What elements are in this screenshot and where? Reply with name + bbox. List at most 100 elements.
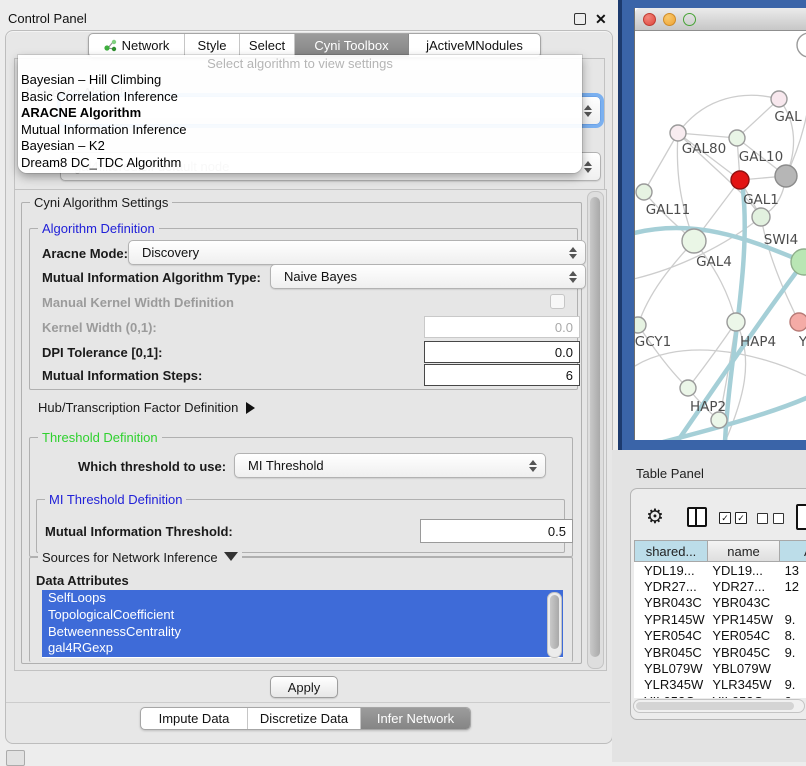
network-node[interactable] — [797, 33, 806, 57]
network-node[interactable] — [791, 249, 806, 275]
minimize-window-icon[interactable] — [663, 13, 676, 26]
algorithm-definition-title: Algorithm Definition — [38, 221, 159, 236]
algorithm-option[interactable]: Dream8 DC_TDC Algorithm — [18, 155, 582, 172]
apply-button[interactable]: Apply — [270, 676, 338, 698]
table-row[interactable]: YBR043CYBR043C — [634, 595, 806, 611]
table-row[interactable]: YDL19...YDL19...13 — [634, 562, 806, 578]
network-edge[interactable] — [635, 350, 806, 378]
network-node[interactable] — [636, 184, 652, 200]
panel-title: Control Panel — [8, 11, 87, 26]
data-attribute-item[interactable]: SelfLoops — [42, 590, 563, 607]
tab-cyni-toolbox[interactable]: Cyni Toolbox — [295, 34, 409, 57]
table-row[interactable]: YBL079WYBL079W — [634, 660, 806, 676]
algorithm-option[interactable]: Basic Correlation Inference — [18, 89, 582, 106]
table-row[interactable]: YLR345WYLR345W9. — [634, 677, 806, 693]
manual-kernel-label: Manual Kernel Width Definition — [42, 295, 234, 310]
table-row[interactable]: YIL052CYIL052C9. — [634, 693, 806, 698]
tab-network[interactable]: Network — [89, 34, 185, 57]
dpi-tolerance-label: DPI Tolerance [0,1]: — [42, 345, 162, 360]
select-all-checks-icon[interactable]: ✓ ✓ — [719, 512, 747, 524]
table-hscrollbar-thumb[interactable] — [636, 702, 794, 710]
table-row[interactable]: YDR27...YDR27...12 — [634, 578, 806, 594]
attributes-scrollbar[interactable] — [547, 592, 562, 658]
network-edge[interactable] — [678, 95, 779, 133]
tab-infer-network[interactable]: Infer Network — [361, 708, 470, 729]
network-node[interactable] — [752, 208, 770, 226]
algorithm-option[interactable]: Bayesian – Hill Climbing — [18, 72, 582, 89]
network-edge[interactable] — [644, 133, 678, 192]
table-hscrollbar[interactable] — [633, 699, 805, 713]
network-node[interactable] — [682, 229, 706, 253]
column-header-name[interactable]: name — [708, 540, 780, 562]
hub-definition-expander[interactable]: Hub/Transcription Factor Definition — [38, 400, 255, 415]
network-edge[interactable] — [638, 241, 694, 325]
table-row[interactable]: YER054CYER054C8. — [634, 628, 806, 644]
table-row[interactable]: YPR145WYPR145W9. — [634, 611, 806, 627]
tab-label: Network — [122, 38, 170, 53]
which-threshold-select[interactable]: MI Threshold — [234, 453, 546, 478]
data-attribute-item[interactable]: gal4RGexp — [42, 640, 563, 657]
column-header-extra[interactable]: A — [780, 540, 806, 562]
table-cell: YPR145W — [706, 612, 776, 627]
tab-style[interactable]: Style — [185, 34, 240, 57]
dpi-tolerance-field[interactable]: 0.0 — [424, 341, 580, 363]
mi-steps-value: 6 — [566, 368, 573, 383]
close-panel-icon[interactable]: ✕ — [595, 12, 607, 26]
table-cell: 13 — [777, 563, 806, 578]
kernel-width-field[interactable]: 0.0 — [424, 316, 580, 338]
tab-label: Style — [198, 38, 227, 53]
network-node[interactable] — [731, 171, 749, 189]
sources-title[interactable]: Sources for Network Inference — [38, 550, 242, 565]
panel-divider — [6, 702, 610, 703]
network-canvas[interactable]: GALGAL80GAL10GAL1GAL11SWI4GAL4GCY1HAP4YH… — [635, 30, 806, 440]
table-header: shared... name A — [634, 540, 806, 562]
float-panel-icon[interactable] — [574, 13, 586, 25]
unselect-boxes-icon[interactable] — [757, 513, 784, 524]
table-cell: YER054C — [634, 628, 706, 643]
settings-scrollbar[interactable] — [587, 191, 604, 669]
attributes-scrollbar-thumb[interactable] — [550, 595, 559, 649]
table-cell: YIL052C — [634, 694, 706, 698]
manual-kernel-checkbox[interactable] — [550, 294, 565, 309]
new-table-icon[interactable] — [796, 504, 806, 530]
tab-select[interactable]: Select — [240, 34, 295, 57]
data-attribute-item[interactable]: BetweennessCentrality — [42, 624, 563, 641]
column-header-shared[interactable]: shared... — [634, 540, 708, 562]
network-node[interactable] — [680, 380, 696, 396]
tab-discretize-data[interactable]: Discretize Data — [248, 708, 361, 729]
settings-scrollbar-thumb[interactable] — [590, 197, 600, 657]
data-attribute-item[interactable]: TopologicalCoefficient — [42, 607, 563, 624]
network-edge[interactable] — [678, 133, 737, 138]
combo-arrows-icon — [569, 271, 577, 283]
network-node[interactable] — [729, 130, 745, 146]
tab-impute-data[interactable]: Impute Data — [141, 708, 248, 729]
zoom-window-icon[interactable] — [683, 13, 696, 26]
network-window: GALGAL80GAL10GAL1GAL11SWI4GAL4GCY1HAP4YH… — [634, 8, 806, 440]
algorithm-option[interactable]: Bayesian – K2 — [18, 138, 582, 155]
table-cell: YBR043C — [634, 595, 706, 610]
mi-type-label: Mutual Information Algorithm Type: — [42, 270, 261, 285]
aracne-mode-select[interactable]: Discovery — [128, 240, 586, 265]
empty-box-icon — [773, 513, 784, 524]
table-row[interactable]: YBR045CYBR045C9. — [634, 644, 806, 660]
gear-icon[interactable]: ⚙ — [646, 504, 664, 529]
split-columns-icon[interactable] — [687, 507, 707, 527]
network-node[interactable] — [635, 317, 646, 333]
network-node[interactable] — [790, 313, 806, 331]
network-node[interactable] — [727, 313, 745, 331]
network-node[interactable] — [771, 91, 787, 107]
network-node[interactable] — [670, 125, 686, 141]
data-attributes-list[interactable]: SelfLoopsTopologicalCoefficientBetweenne… — [42, 590, 563, 658]
network-window-titlebar[interactable] — [635, 8, 806, 31]
collapsed-panel-icon[interactable] — [6, 750, 25, 766]
mi-steps-label: Mutual Information Steps: — [42, 368, 202, 383]
mi-type-select[interactable]: Naive Bayes — [270, 264, 586, 289]
algorithm-option[interactable]: Mutual Information Inference — [18, 122, 582, 139]
network-node-label: HAP4 — [740, 334, 776, 350]
mi-threshold-field[interactable]: 0.5 — [420, 519, 573, 543]
close-window-icon[interactable] — [643, 13, 656, 26]
tab-jactivemnodules[interactable]: jActiveMNodules — [409, 34, 540, 57]
mi-steps-field[interactable]: 6 — [424, 364, 580, 386]
network-node[interactable] — [775, 165, 797, 187]
algorithm-option[interactable]: ARACNE Algorithm — [18, 105, 582, 122]
